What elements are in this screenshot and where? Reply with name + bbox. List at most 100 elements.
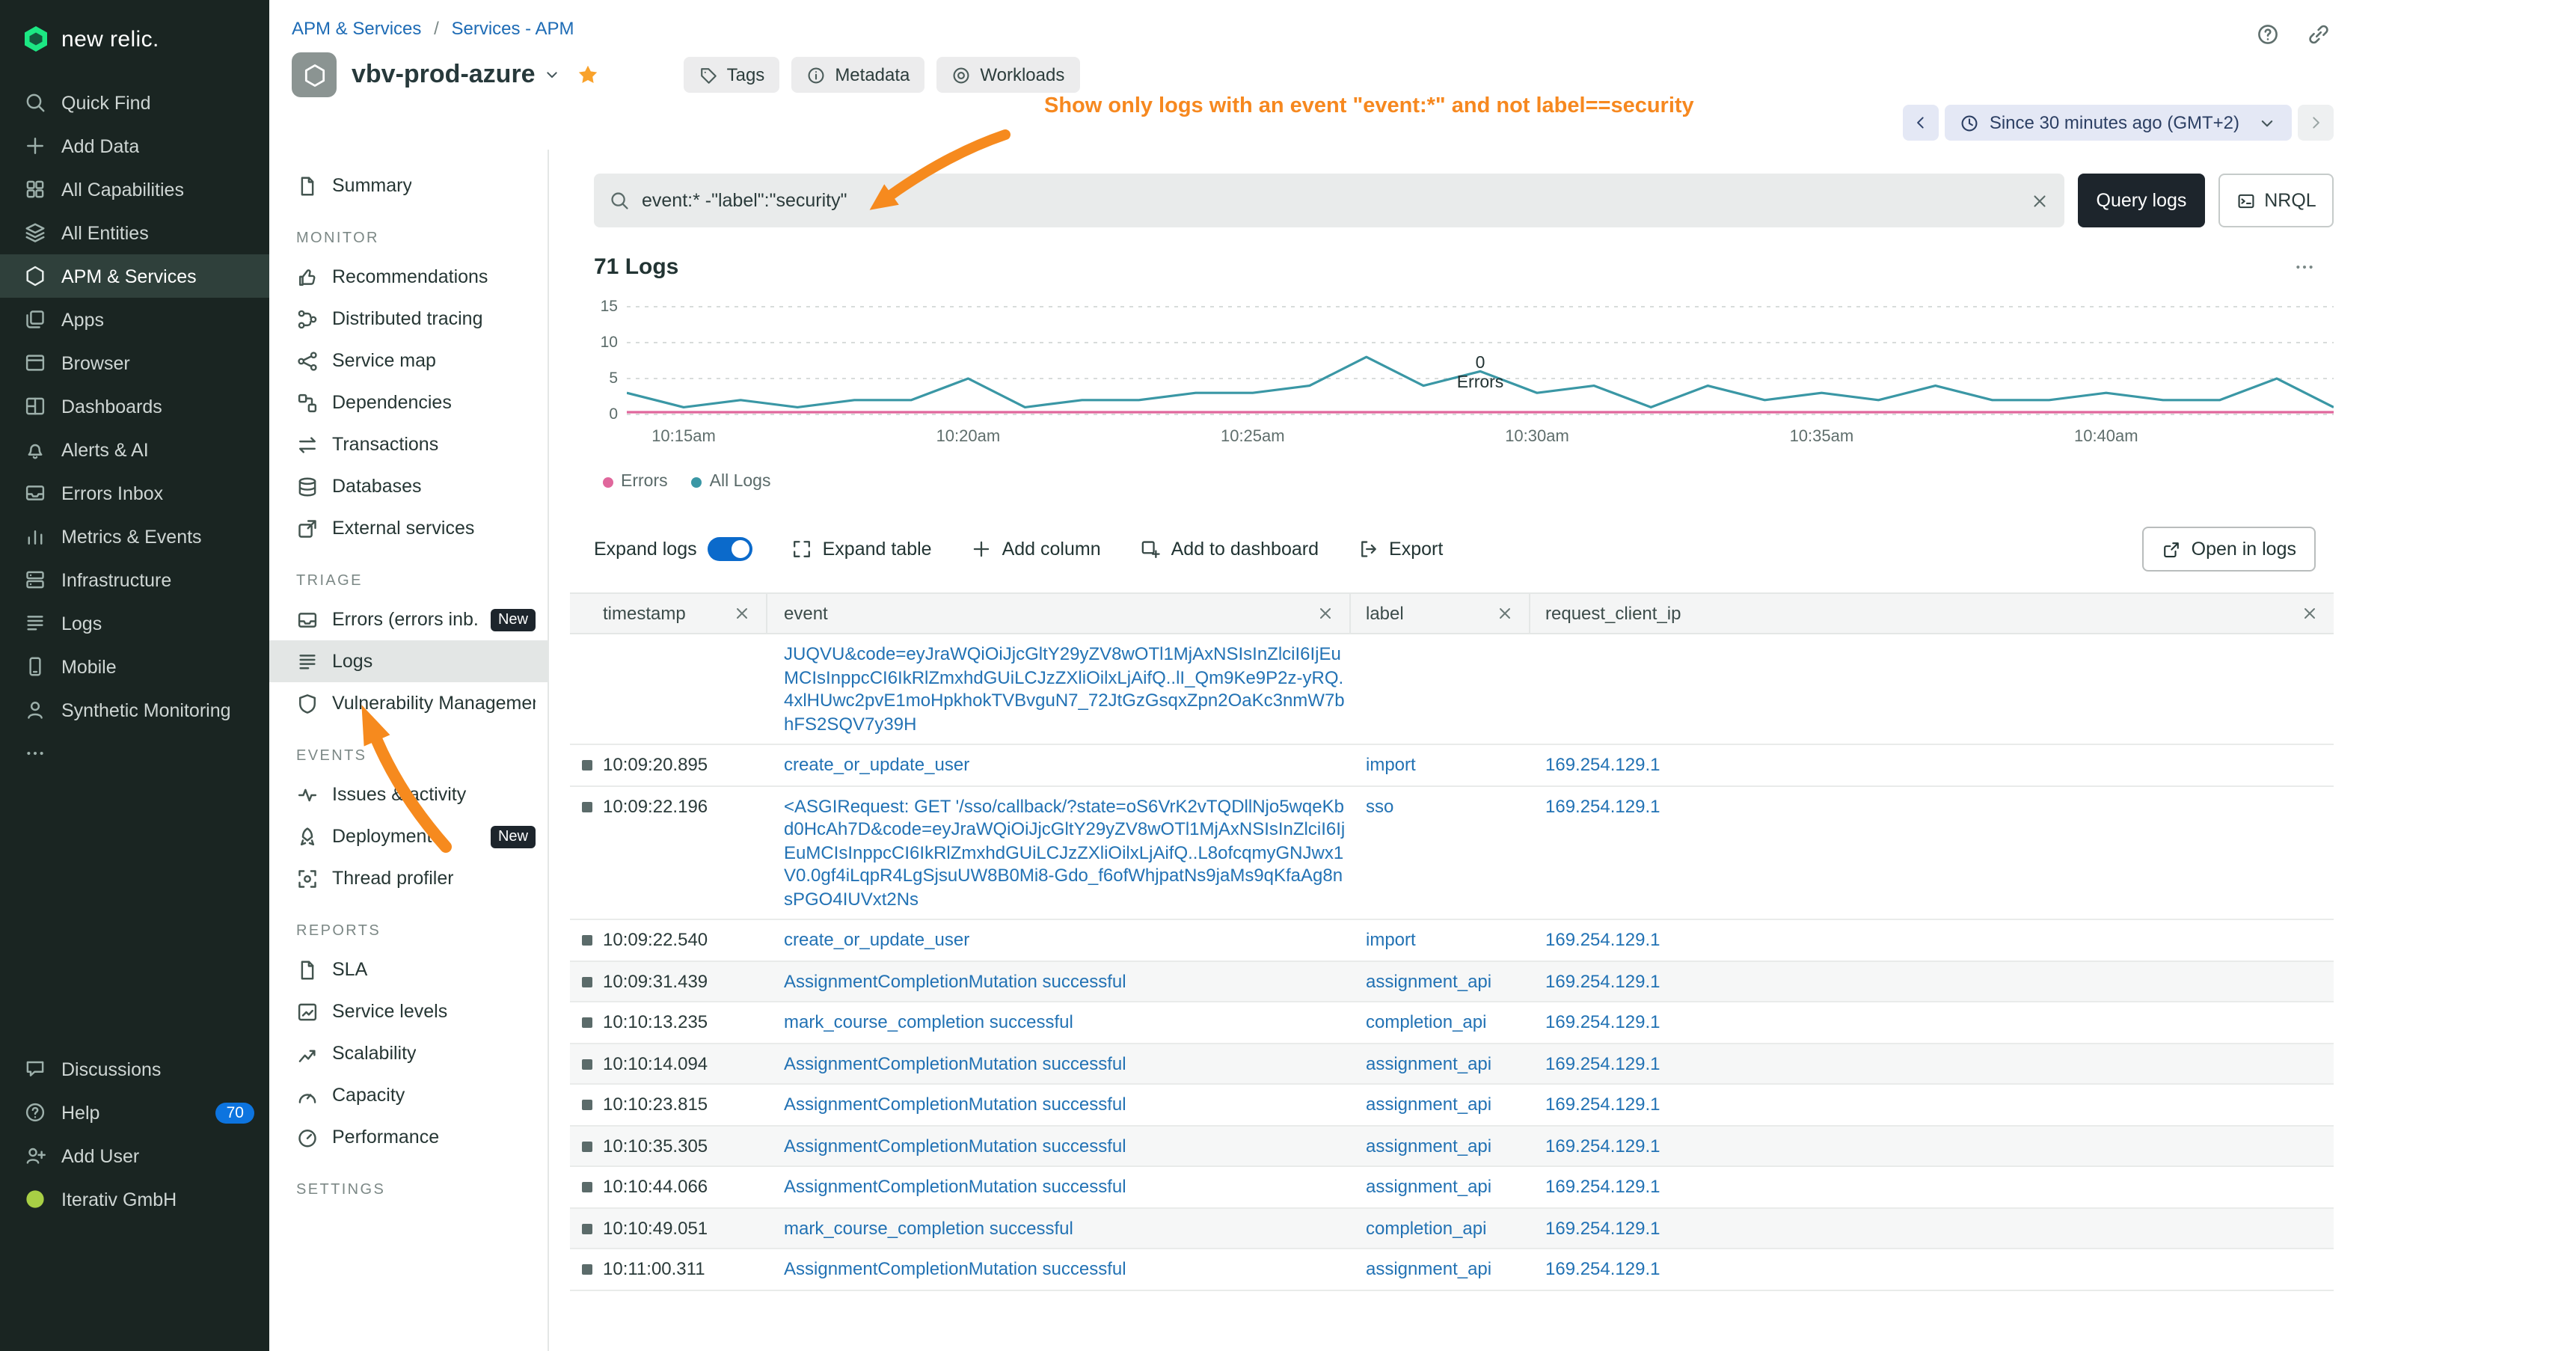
cell-event-link[interactable]: mark_course_completion successful — [784, 1217, 1073, 1238]
cell-request-client-ip-link[interactable]: 169.254.129.1 — [1545, 1258, 1660, 1279]
column-header-timestamp[interactable]: timestamp — [603, 603, 686, 624]
entity-nav-item[interactable]: Capacity — [269, 1074, 548, 1116]
entity-nav-item[interactable]: External services — [269, 507, 548, 549]
global-nav-footer-item[interactable]: Iterativ GmbH — [0, 1177, 269, 1221]
legend-item[interactable]: Errors — [603, 473, 668, 491]
row-expand-handle[interactable] — [582, 1017, 592, 1028]
table-row[interactable]: 10:09:31.439 AssignmentCompletionMutatio… — [570, 961, 2334, 1002]
entity-pill-button[interactable]: Workloads — [936, 57, 1079, 93]
help-icon[interactable] — [2256, 22, 2280, 46]
entity-nav-item[interactable]: Transactions — [269, 423, 548, 465]
row-expand-handle[interactable] — [582, 1223, 592, 1234]
add-to-dashboard-button[interactable]: Add to dashboard — [1140, 539, 1319, 560]
cell-request-client-ip-link[interactable]: 169.254.129.1 — [1545, 1053, 1660, 1073]
row-expand-handle[interactable] — [582, 1141, 592, 1151]
column-header-event[interactable]: event — [784, 603, 828, 624]
cell-request-client-ip-link[interactable]: 169.254.129.1 — [1545, 1176, 1660, 1197]
new-relic-logo[interactable]: new relic. — [0, 0, 269, 60]
table-row[interactable]: 10:09:20.895 create_or_update_user impor… — [570, 745, 2334, 786]
cell-event-link[interactable]: JUQVU&code=eyJraWQiOiJjcGltY29yZV8wOTl1M… — [784, 643, 1345, 734]
cell-request-client-ip-link[interactable]: 169.254.129.1 — [1545, 1135, 1660, 1156]
table-row[interactable]: 10:10:35.305 AssignmentCompletionMutatio… — [570, 1126, 2334, 1167]
query-logs-button[interactable]: Query logs — [2078, 174, 2205, 227]
entity-nav-item[interactable]: Deployments New — [269, 815, 548, 857]
entity-pill-button[interactable]: Tags — [684, 57, 780, 93]
legend-item[interactable]: All Logs — [692, 473, 771, 491]
entity-nav-item[interactable]: Summary — [269, 165, 548, 206]
cell-label-link[interactable]: assignment_api — [1366, 1135, 1491, 1156]
copy-permalink-icon[interactable] — [2307, 22, 2331, 46]
global-nav-footer-item[interactable]: Add User — [0, 1134, 269, 1177]
entity-nav-item[interactable]: Logs — [269, 640, 548, 682]
global-nav-item[interactable]: Apps — [0, 298, 269, 341]
remove-column-icon[interactable] — [2301, 604, 2319, 622]
remove-column-icon[interactable] — [1496, 604, 1514, 622]
cell-label-link[interactable]: completion_api — [1366, 1217, 1486, 1238]
table-row[interactable]: 10:09:22.196 <ASGIRequest: GET '/sso/cal… — [570, 786, 2334, 920]
global-nav-item[interactable]: Quick Find — [0, 81, 269, 124]
global-nav-item[interactable]: All Capabilities — [0, 168, 269, 211]
entity-nav-item[interactable]: Scalability — [269, 1032, 548, 1074]
row-expand-handle[interactable] — [582, 1100, 592, 1110]
table-row[interactable]: 10:10:13.235 mark_course_completion succ… — [570, 1002, 2334, 1044]
cell-label-link[interactable]: sso — [1366, 795, 1393, 816]
cell-request-client-ip-link[interactable]: 169.254.129.1 — [1545, 754, 1660, 775]
entity-nav-item[interactable]: Distributed tracing — [269, 298, 548, 340]
cell-event-link[interactable]: AssignmentCompletionMutation successful — [784, 1094, 1126, 1115]
cell-request-client-ip-link[interactable]: 169.254.129.1 — [1545, 929, 1660, 950]
entity-nav-item[interactable]: Dependencies — [269, 382, 548, 423]
export-button[interactable]: Export — [1358, 539, 1443, 560]
cell-label-link[interactable]: assignment_api — [1366, 1258, 1491, 1279]
row-expand-handle[interactable] — [582, 1059, 592, 1069]
table-row[interactable]: 10:11:00.311 AssignmentCompletionMutatio… — [570, 1249, 2334, 1290]
global-nav-item[interactable]: APM & Services — [0, 254, 269, 298]
row-expand-handle[interactable] — [582, 935, 592, 946]
entity-nav-item[interactable]: Service map — [269, 340, 548, 382]
row-expand-handle[interactable] — [582, 976, 592, 987]
cell-event-link[interactable]: create_or_update_user — [784, 754, 969, 775]
more-options-icon[interactable] — [2293, 256, 2316, 278]
nrql-button[interactable]: NRQL — [2218, 174, 2334, 227]
row-expand-handle[interactable] — [582, 1182, 592, 1192]
global-nav-item[interactable]: Dashboards — [0, 385, 269, 428]
global-nav-item[interactable]: Infrastructure — [0, 558, 269, 601]
row-expand-handle[interactable] — [582, 1264, 592, 1275]
cell-label-link[interactable]: import — [1366, 754, 1416, 775]
entity-nav-item[interactable]: Recommendations — [269, 256, 548, 298]
table-row[interactable]: 10:10:44.066 AssignmentCompletionMutatio… — [570, 1167, 2334, 1208]
cell-request-client-ip-link[interactable]: 169.254.129.1 — [1545, 795, 1660, 816]
cell-event-link[interactable]: AssignmentCompletionMutation successful — [784, 1176, 1126, 1197]
cell-label-link[interactable]: assignment_api — [1366, 1176, 1491, 1197]
time-back-button[interactable] — [1903, 105, 1939, 141]
global-nav-item[interactable]: All Entities — [0, 211, 269, 254]
global-nav-item[interactable]: Logs — [0, 601, 269, 645]
log-query-input[interactable] — [642, 190, 2030, 211]
cell-request-client-ip-link[interactable]: 169.254.129.1 — [1545, 970, 1660, 991]
cell-event-link[interactable]: mark_course_completion successful — [784, 1011, 1073, 1032]
entity-nav-item[interactable]: Service levels — [269, 990, 548, 1032]
expand-table-button[interactable]: Expand table — [791, 539, 932, 560]
global-nav-item[interactable]: Alerts & AI — [0, 428, 269, 471]
global-nav-item[interactable]: Metrics & Events — [0, 515, 269, 558]
global-nav-item[interactable]: Mobile — [0, 645, 269, 688]
entity-nav-item[interactable]: Errors (errors inb... New — [269, 598, 548, 640]
entity-nav-item[interactable]: Databases — [269, 465, 548, 507]
add-column-button[interactable]: Add column — [971, 539, 1101, 560]
global-nav-item[interactable]: Browser — [0, 341, 269, 385]
cell-request-client-ip-link[interactable]: 169.254.129.1 — [1545, 1094, 1660, 1115]
entity-nav-item[interactable]: Vulnerability Management — [269, 682, 548, 724]
column-header-label[interactable]: label — [1366, 603, 1404, 624]
table-row[interactable]: 10:10:49.051 mark_course_completion succ… — [570, 1208, 2334, 1249]
entity-nav-item[interactable]: Thread profiler — [269, 857, 548, 899]
time-forward-button[interactable] — [2298, 105, 2334, 141]
row-expand-handle[interactable] — [582, 760, 592, 771]
open-in-logs-button[interactable]: Open in logs — [2142, 527, 2316, 572]
remove-column-icon[interactable] — [733, 604, 751, 622]
breadcrumb-link-apm-services[interactable]: APM & Services — [292, 18, 421, 39]
expand-logs-toggle[interactable] — [708, 537, 752, 561]
global-nav-item[interactable]: Add Data — [0, 124, 269, 168]
cell-event-link[interactable]: AssignmentCompletionMutation successful — [784, 1258, 1126, 1279]
time-picker[interactable]: Since 30 minutes ago (GMT+2) — [1945, 105, 2292, 141]
entity-nav-item[interactable]: Performance — [269, 1116, 548, 1158]
cell-label-link[interactable]: assignment_api — [1366, 1053, 1491, 1073]
